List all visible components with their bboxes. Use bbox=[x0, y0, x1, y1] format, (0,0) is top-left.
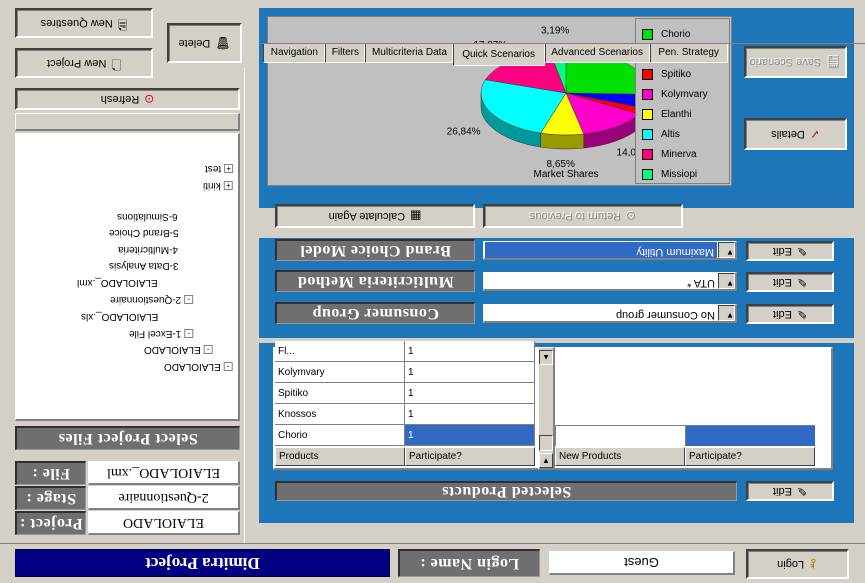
tab-strip-line bbox=[260, 43, 865, 44]
project-title-bar: Dimitra Project bbox=[15, 549, 390, 577]
tab-pen-strategy[interactable]: Pen. Strategy bbox=[650, 44, 728, 63]
tab-quick-scenarios[interactable]: Quick Scenarios bbox=[453, 44, 545, 66]
tab-strip: Navigation Filters Multicriteria Data Quick… bbox=[0, 0, 865, 583]
tab-navigation[interactable]: Navigation bbox=[263, 44, 325, 63]
tab-multicriteria-data[interactable]: Multicriteria Data bbox=[365, 44, 453, 63]
login-button[interactable]: ⚷ Login bbox=[746, 549, 849, 579]
key-icon: ⚷ bbox=[809, 557, 818, 571]
tab-filters[interactable]: Filters bbox=[325, 44, 365, 63]
tab-advanced-scenarios[interactable]: Advanced Scenarios bbox=[545, 44, 650, 63]
login-name-field[interactable]: Guest bbox=[549, 551, 735, 575]
application-window: 🗑 Delete 🗋 New Project 🗎 New Questires ⊙… bbox=[0, 0, 865, 583]
login-name-label: Login Name : bbox=[398, 549, 540, 577]
